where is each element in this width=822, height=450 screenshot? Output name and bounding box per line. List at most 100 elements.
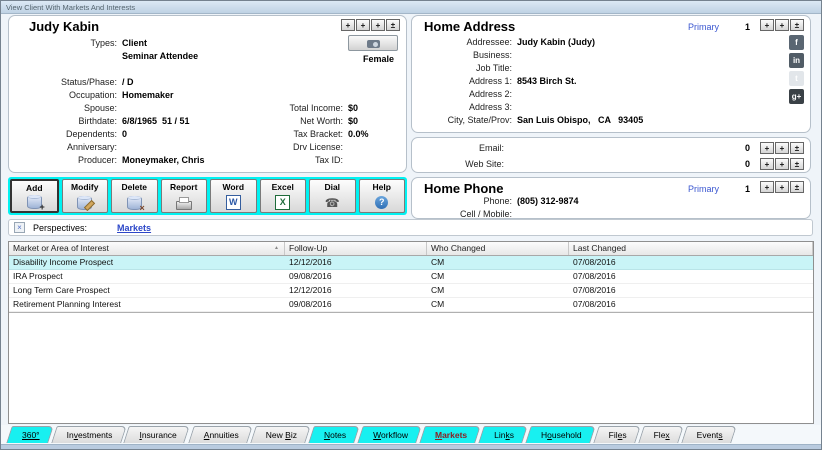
field-value: Homemaker [122, 90, 174, 100]
record-nav-button[interactable]: ± [790, 19, 804, 31]
field-row: Addressee: Judy Kabin (Judy) [416, 36, 806, 49]
email-website-panel: Email: 0 + + ± Web Site: 0 + + ± [411, 137, 811, 173]
field-label: Address 2: [468, 89, 512, 99]
word-button[interactable]: Word W [210, 179, 257, 213]
column-header[interactable]: Last Changed [569, 242, 813, 255]
website-row: Web Site: 0 + + ± [412, 156, 810, 172]
record-nav-button[interactable]: + [371, 19, 385, 31]
excel-button[interactable]: Excel X [259, 179, 306, 213]
field-value: 0.0% [348, 129, 369, 139]
home-address-panel: Home Address Primary 1 + + ± f in t g+ Addres… [411, 15, 811, 133]
address-record-nav: + + ± [760, 19, 804, 31]
record-nav-button[interactable]: + [775, 142, 789, 154]
tab-notes[interactable]: Notes [311, 426, 357, 443]
word-icon: W [211, 195, 256, 210]
table-cell: Disability Income Prospect [13, 257, 114, 267]
help-button[interactable]: Help? [358, 179, 405, 213]
printer-icon [175, 196, 192, 210]
statusbar-strip [1, 444, 821, 449]
record-nav-button[interactable]: + [760, 19, 774, 31]
record-nav-button[interactable]: + [356, 19, 370, 31]
toolbar-button-label: Help [372, 182, 391, 192]
tab-annuities[interactable]: Annuities [191, 426, 250, 443]
plus-badge: + [39, 201, 45, 212]
field-label: Birthdate: [78, 116, 117, 126]
table-row[interactable]: IRA Prospect 09/08/2016 CM 07/08/2016 [9, 270, 813, 284]
record-nav-button[interactable]: + [341, 19, 355, 31]
table-cell: CM [431, 257, 445, 267]
field-label: Drv License: [292, 142, 343, 152]
record-count: 0 [745, 159, 751, 169]
tab-label: New Biz [265, 429, 297, 440]
field-row: City, State/Prov: San Luis Obispo, CA 934… [416, 114, 806, 127]
table-cell: IRA Prospect [13, 271, 63, 281]
client-field-row: Status/Phase: / D [13, 76, 402, 89]
column-header[interactable]: Follow-Up [285, 242, 427, 255]
column-header[interactable]: Who Changed [427, 242, 569, 255]
add-button[interactable]: Add + [10, 179, 59, 213]
view-client-window: View Client With Markets And Interests J… [0, 0, 822, 450]
field-row: Address 3: [416, 101, 806, 114]
dial-button[interactable]: Dial ☎ [309, 179, 356, 213]
record-nav-button[interactable]: ± [790, 142, 804, 154]
client-field-row: Seminar Attendee [13, 50, 402, 63]
field-label: Occupation: [68, 90, 117, 100]
address-primary-link[interactable]: Primary [688, 22, 719, 32]
tab-insurance[interactable]: Insurance [126, 426, 187, 443]
table-cell: CM [431, 271, 445, 281]
field-value: Client [122, 38, 148, 48]
column-header[interactable]: Market or Area of Interest ▲ [9, 242, 285, 255]
field-label: Status/Phase: [60, 77, 117, 87]
tab-new-biz[interactable]: New Biz [253, 426, 308, 443]
record-nav-button[interactable]: ± [386, 19, 400, 31]
field-value: 8543 Birch St. [517, 76, 577, 86]
tab-label: Investments [66, 429, 113, 440]
table-row[interactable]: Disability Income Prospect 12/12/2016 CM 07… [9, 256, 813, 270]
record-nav-button[interactable]: + [760, 158, 774, 170]
modify-button[interactable]: Modify [61, 179, 108, 213]
table-row[interactable]: Long Term Care Prospect 12/12/2016 CM 07/08… [9, 284, 813, 298]
field-label: Total Income: [289, 103, 343, 113]
field-pair-right: Tax ID: [219, 154, 348, 167]
record-nav-button[interactable]: + [775, 181, 789, 193]
tab-events[interactable]: Events [684, 426, 734, 443]
record-nav-button[interactable]: + [760, 142, 774, 154]
delete-button[interactable]: Delete × [111, 179, 158, 213]
field-row: Business: [416, 49, 806, 62]
perspectives-markets-link[interactable]: Markets [117, 223, 151, 233]
record-nav-button[interactable]: + [775, 19, 789, 31]
field-label: Addressee: [466, 37, 512, 47]
tab-links[interactable]: Links [481, 426, 525, 443]
phone-record-nav: + + ± [760, 181, 804, 193]
tab-360[interactable]: 360° [9, 426, 51, 443]
record-nav-button[interactable]: ± [790, 181, 804, 193]
tab-markets[interactable]: Markets [422, 426, 478, 443]
record-nav-button[interactable]: + [775, 158, 789, 170]
field-value: Judy Kabin (Judy) [517, 37, 596, 47]
tab-workflow[interactable]: Workflow [360, 426, 419, 443]
field-label: Web Site: [465, 159, 504, 169]
table-row[interactable]: Retirement Planning Interest 09/08/2016 CM… [9, 298, 813, 312]
field-pair-right: Total Income: $0 [219, 102, 358, 115]
excel-icon: X [261, 195, 306, 210]
tab-label: Flex [653, 429, 670, 440]
tab-flex[interactable]: Flex [641, 426, 681, 443]
table-cell: 07/08/2016 [573, 257, 616, 267]
tab-investments[interactable]: Investments [54, 426, 124, 443]
field-label: Anniversary: [66, 142, 117, 152]
field-value: / D [122, 77, 134, 87]
record-nav-button[interactable]: + [760, 181, 774, 193]
tab-files[interactable]: Files [596, 426, 638, 443]
field-label: Producer: [77, 155, 117, 165]
tab-label: Files [608, 429, 627, 440]
table-cell: 07/08/2016 [573, 285, 616, 295]
tab-household[interactable]: Household [528, 426, 593, 443]
phone-primary-link[interactable]: Primary [688, 184, 719, 194]
record-nav-button[interactable]: ± [790, 158, 804, 170]
table-cell: CM [431, 285, 445, 295]
window-titlebar[interactable]: View Client With Markets And Interests [1, 1, 821, 14]
field-value: 0 [122, 129, 128, 139]
perspectives-toggle-icon[interactable]: × [14, 222, 25, 233]
home-phone-panel: Home Phone Primary 1 + + ± Phone: (805) 312… [411, 177, 811, 219]
report-button[interactable]: Report [160, 179, 207, 213]
